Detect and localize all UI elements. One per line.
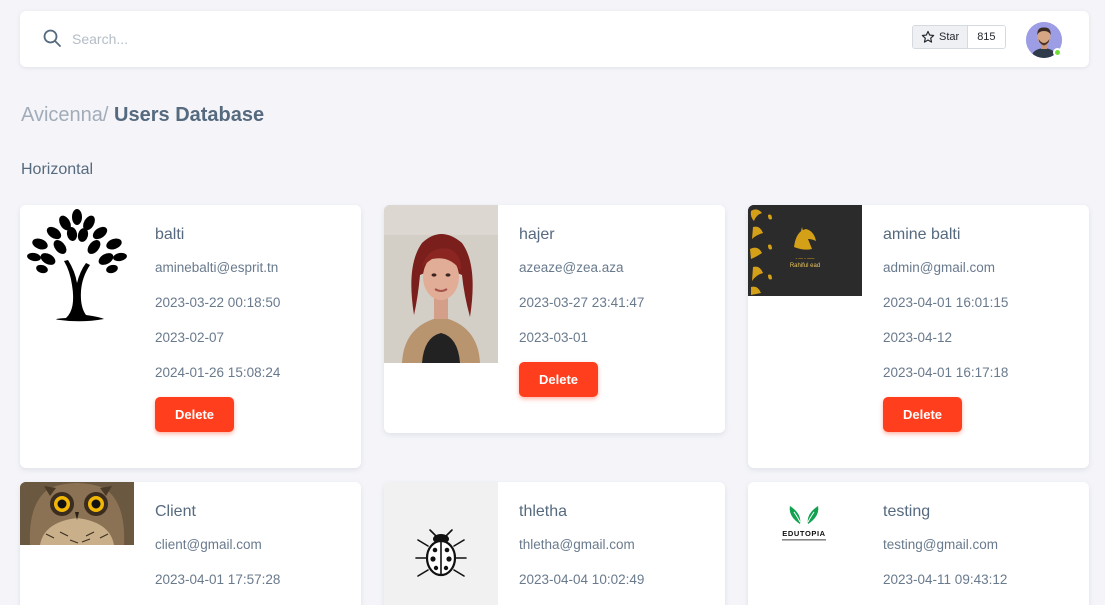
user-updated-at: 2023-04-01 16:17:18: [883, 365, 1009, 380]
section-title: Horizontal: [21, 161, 94, 178]
search-input[interactable]: [72, 27, 292, 51]
user-date: 2023-03-01: [519, 330, 589, 345]
user-image: [20, 482, 134, 545]
ladybug-icon: [384, 482, 498, 605]
user-name: amine balti: [883, 226, 961, 243]
delete-button[interactable]: Delete: [519, 362, 598, 397]
calligraphy-logo-caption: Rahiful ead: [790, 263, 820, 269]
user-created-at: 2023-04-01 16:01:15: [883, 295, 1009, 310]
top-navbar: Star 815: [20, 11, 1089, 67]
delete-button[interactable]: Delete: [883, 397, 962, 432]
user-card: Client client@gmail.com 2023-04-01 17:57…: [20, 482, 361, 605]
user-created-at: 2023-04-04 10:02:49: [519, 572, 645, 587]
user-image: EDUTOPIA: [748, 482, 862, 557]
breadcrumb-parent[interactable]: Avicenna/: [21, 104, 108, 126]
tree-logo-icon: [27, 209, 127, 322]
user-created-at: 2023-04-11 09:43:12: [883, 572, 1008, 587]
user-name: balti: [155, 226, 185, 243]
edutopia-logo-caption: EDUTOPIA: [782, 529, 825, 538]
user-created-at: 2023-03-22 00:18:50: [155, 295, 281, 310]
delete-button[interactable]: Delete: [155, 397, 234, 432]
user-created-at: 2023-03-27 23:41:47: [519, 295, 645, 310]
user-email: client@gmail.com: [155, 537, 262, 552]
calligraphy-logo-icon: ـــــ ـ ـــ ـ Rahiful ead: [748, 205, 862, 296]
user-name: hajer: [519, 226, 555, 243]
star-icon: [921, 30, 935, 43]
user-date: 2023-02-07: [155, 330, 225, 345]
user-email: admin@gmail.com: [883, 260, 995, 275]
user-card: ـــــ ـ ـــ ـ Rahiful ead amine balti ad…: [748, 205, 1089, 468]
github-star-widget: Star 815: [912, 25, 1006, 49]
user-card: balti aminebalti@esprit.tn 2023-03-22 00…: [20, 205, 361, 468]
user-date: 2023-04-12: [883, 330, 953, 345]
user-created-at: 2023-04-01 17:57:28: [155, 572, 281, 587]
star-button[interactable]: Star: [913, 26, 969, 48]
user-card: thletha thletha@gmail.com 2023-04-04 10:…: [384, 482, 725, 605]
star-count[interactable]: 815: [968, 26, 1005, 48]
user-image: ـــــ ـ ـــ ـ Rahiful ead: [748, 205, 862, 296]
page-title: Users Database: [114, 104, 265, 126]
owl-photo-icon: [20, 482, 134, 545]
edutopia-logo-icon: EDUTOPIA: [748, 482, 862, 557]
online-status-dot: [1053, 48, 1062, 57]
portrait-photo-icon: [384, 205, 498, 363]
user-name: testing: [883, 503, 931, 520]
svg-text:ـــــ ـ ـــ ـ: ـــــ ـ ـــ ـ: [795, 255, 815, 261]
user-image: [20, 205, 134, 325]
user-updated-at: 2024-01-26 15:08:24: [155, 365, 281, 380]
user-email: aminebalti@esprit.tn: [155, 260, 279, 275]
star-label: Star: [939, 31, 960, 43]
user-name: thletha: [519, 503, 568, 520]
search-icon: [43, 29, 61, 47]
user-email: testing@gmail.com: [883, 537, 998, 552]
user-name: Client: [155, 503, 196, 520]
user-card: EDUTOPIA testing testing@gmail.com 2023-…: [748, 482, 1089, 605]
user-email: thletha@gmail.com: [519, 537, 635, 552]
user-image: [384, 482, 498, 605]
user-card: hajer azeaze@zea.aza 2023-03-27 23:41:47…: [384, 205, 725, 433]
user-image: [384, 205, 498, 363]
breadcrumb: Avicenna/ Users Database: [21, 104, 264, 127]
user-email: azeaze@zea.aza: [519, 260, 624, 275]
user-avatar[interactable]: [1026, 22, 1062, 58]
